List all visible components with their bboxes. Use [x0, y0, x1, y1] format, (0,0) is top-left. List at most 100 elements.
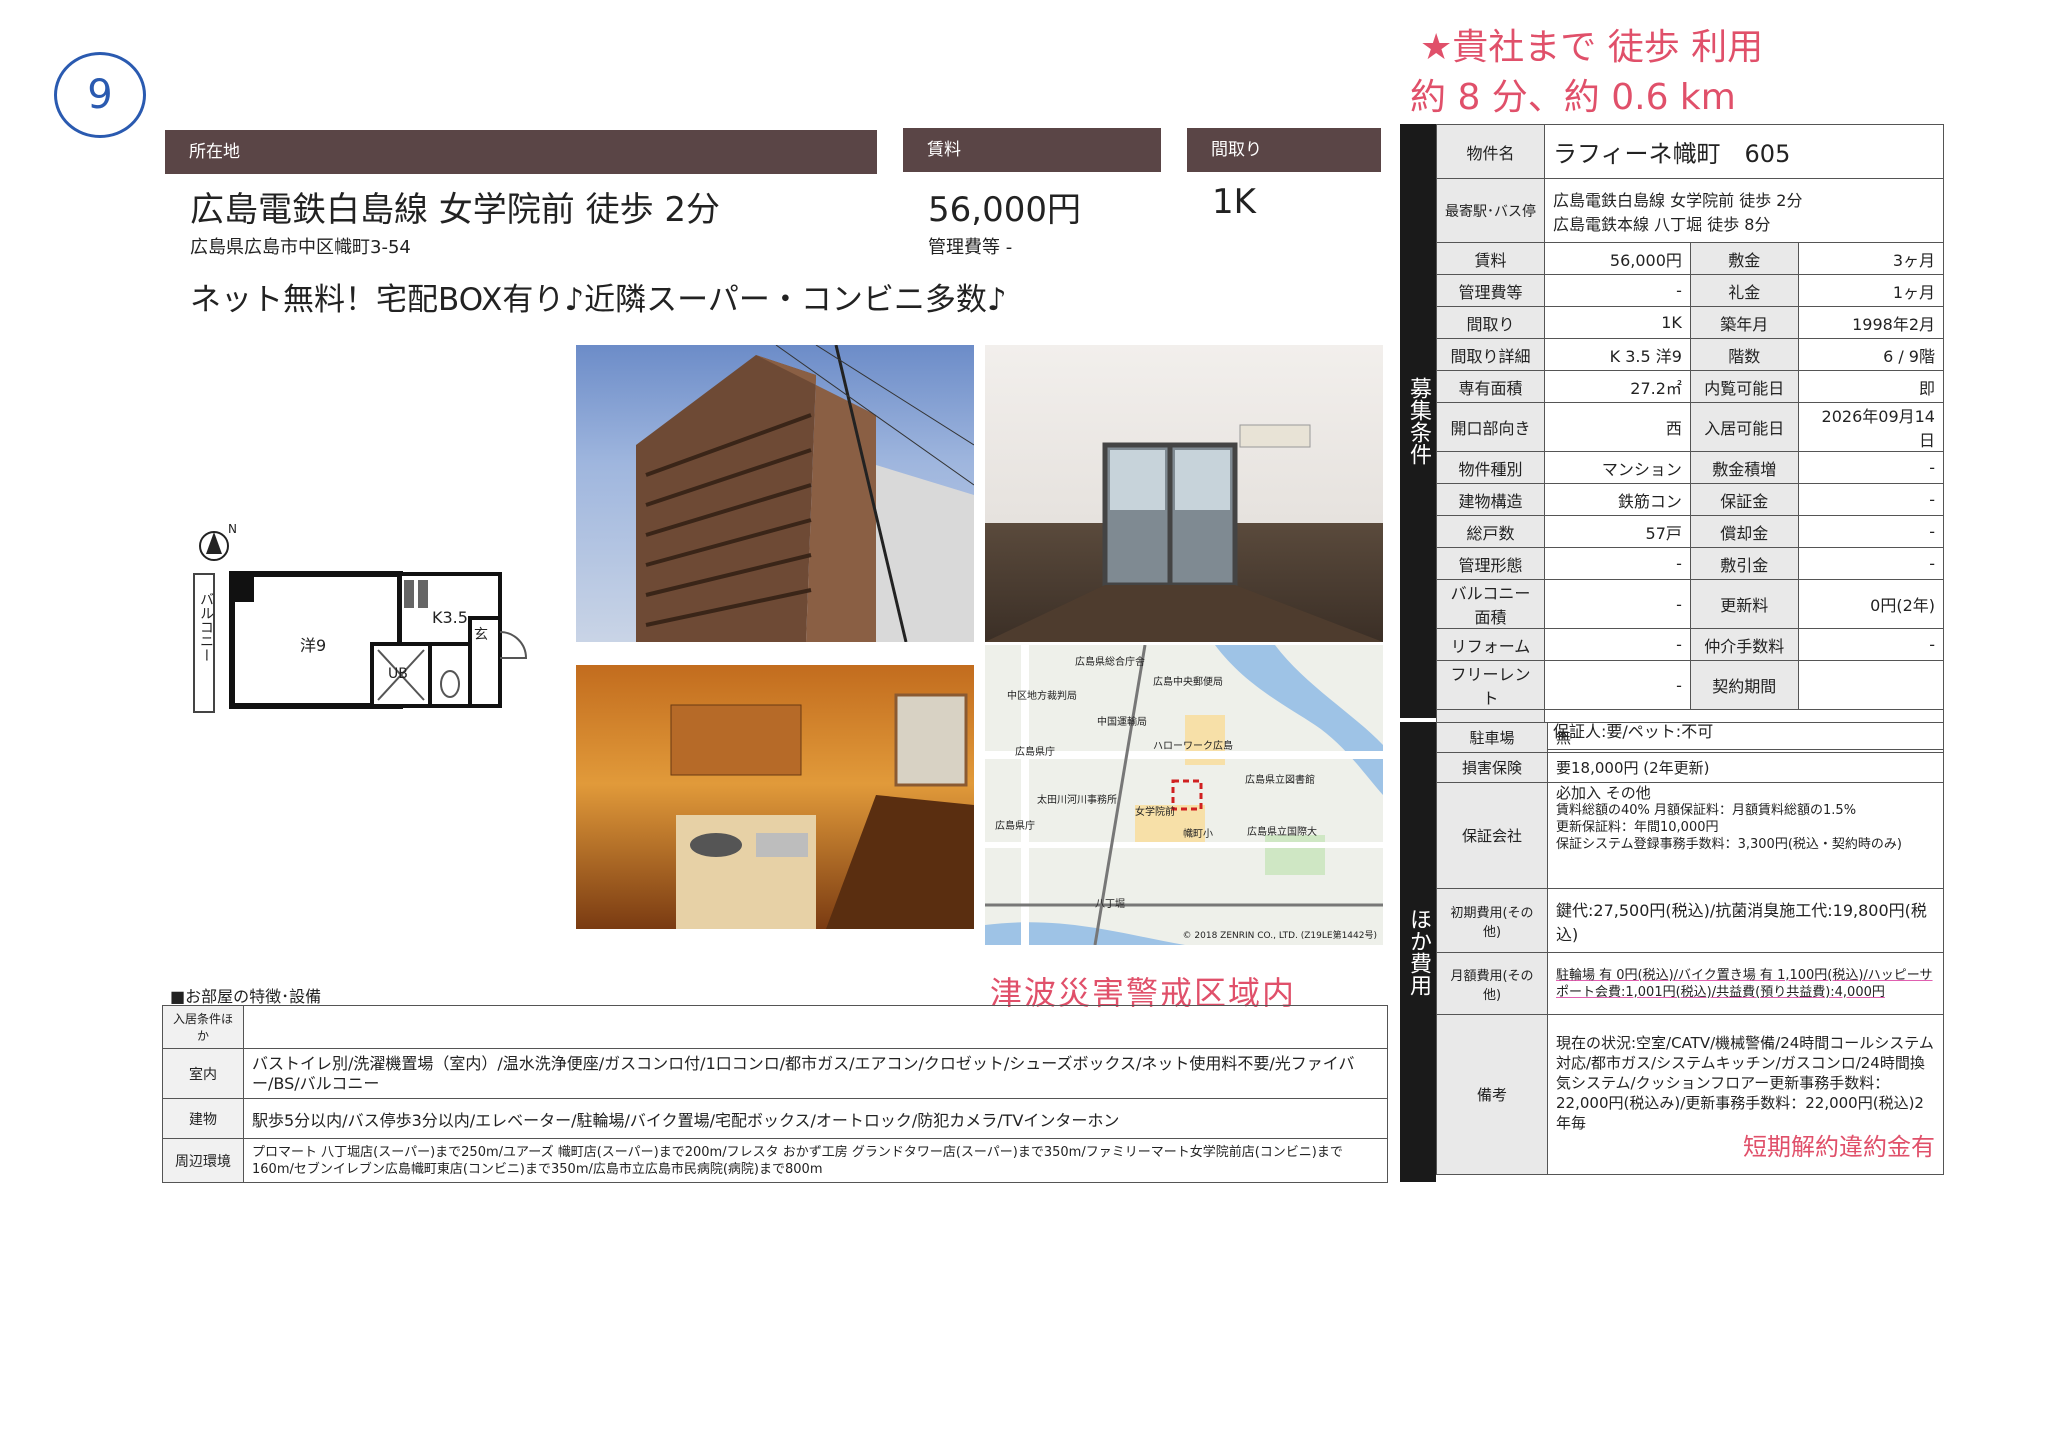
spec-value: -: [1797, 547, 1945, 580]
spec-value: -: [1544, 579, 1691, 629]
spec-label: 償却金: [1689, 515, 1799, 548]
spec-value: 2026年09月14日: [1797, 402, 1945, 452]
spec-label: 階数: [1689, 338, 1799, 371]
map-label: ハローワーク広島: [1153, 741, 1233, 752]
map-label: 広島県総合庁舎: [1075, 657, 1145, 668]
kitchen-photo: [576, 665, 974, 929]
spec-label: 築年月: [1689, 306, 1799, 339]
table-row: 間取り 1K 築年月 1998年2月: [1435, 306, 1945, 339]
building-drawing: [636, 345, 974, 642]
table-row: 建物 駅歩5分以内/バス停歩3分以内/エレベーター/駐輪場/バイク置場/宅配ボッ…: [162, 1098, 1388, 1139]
handwritten-note-line1: ★貴社まで 徒歩 利用: [1420, 27, 1764, 68]
features-table: 入居条件ほか 室内 バストイレ別/洗濯機置場（室内）/温水洗浄便座/ガスコンロ付…: [162, 1005, 1388, 1183]
spec-label: 物件種別: [1435, 451, 1546, 484]
north-label: N: [228, 522, 237, 536]
map-label: 広島県立図書館: [1245, 775, 1315, 786]
spec-table: 物件名 ラフィーネ幟町 605 最寄駅･バス停 広島電鉄白島線 女学院前 徒歩 …: [1435, 124, 1945, 750]
table-row: 物件種別 マンション 敷金積増 -: [1435, 451, 1945, 484]
map-label: 女学院前: [1135, 807, 1175, 818]
spec-label: 礼金: [1689, 274, 1799, 307]
spec-label: 物件名: [1435, 124, 1546, 179]
spec-label: 総戸数: [1435, 515, 1546, 548]
feature-value: 駅歩5分以内/バス停歩3分以内/エレベーター/駐輪場/バイク置場/宅配ボックス/…: [243, 1098, 1388, 1139]
guarantee-line: 賃料総額の40% 月額保証料：月額賃料総額の1.5%: [1556, 803, 1857, 818]
spec-value: 1K: [1544, 306, 1691, 339]
catchcopy: ネット無料！宅配BOX有り♪近隣スーパー・コンビニ多数♪: [190, 282, 1007, 318]
spec-label: 保証金: [1689, 483, 1799, 516]
spec-value: 27.2㎡: [1544, 370, 1691, 403]
spec-value: -: [1797, 628, 1945, 661]
spec-label: 管理形態: [1435, 547, 1546, 580]
spec-label: バルコニー面積: [1435, 579, 1546, 629]
other-label: 駐車場: [1436, 722, 1548, 753]
kitchen-drawing: [670, 693, 974, 929]
spec-value: 0円(2年): [1797, 579, 1945, 629]
table-row: 周辺環境 プロマート 八丁堀店(スーパー)まで250m/ユアーズ 幟町店(スーパ…: [162, 1138, 1388, 1183]
spec-value: -: [1544, 547, 1691, 580]
other-label: 初期費用(その他): [1436, 888, 1548, 953]
map-label: 中区地方裁判局: [1007, 691, 1077, 702]
map-label: 八丁堀: [1095, 899, 1125, 910]
table-row: 総戸数 57戸 償却金 -: [1435, 515, 1945, 548]
other-fees-sidebar-label: ほか費用: [1406, 908, 1431, 996]
spec-label: 賃料: [1435, 242, 1546, 275]
table-row: 賃料 56,000円 敷金 3ヶ月: [1435, 242, 1945, 275]
recruitment-sidebar: 募集条件: [1400, 124, 1436, 718]
spec-value: 1ヶ月: [1797, 274, 1945, 307]
room-photo: [985, 345, 1383, 642]
spec-value: -: [1544, 274, 1691, 307]
table-row: 間取り詳細 K 3.5 洋9 階数 6 / 9階: [1435, 338, 1945, 371]
map-label: 広島県庁: [1015, 747, 1055, 758]
remarks-text: 現在の状況:空室/CATV/機械警備/24時間コールシステム対応/都市ガス/シス…: [1556, 1033, 1934, 1132]
spec-label: 間取り詳細: [1435, 338, 1546, 371]
table-row: 物件名 ラフィーネ幟町 605: [1435, 124, 1944, 179]
room-label: 洋9: [300, 636, 327, 655]
spec-label: 契約期間: [1689, 660, 1799, 710]
map-label: 広島県立国際大: [1247, 827, 1317, 838]
guarantee-line: 保証システム登録事務手数料：3,300円(税込・契約時のみ): [1556, 837, 1902, 852]
spec-value: -: [1544, 628, 1691, 661]
table-row: 専有面積 27.2㎡ 内覧可能日即: [1435, 370, 1945, 403]
feature-label: 周辺環境: [162, 1138, 244, 1183]
map-label: 太田川河川事務所: [1037, 795, 1117, 806]
table-row: 駐車場 無: [1436, 722, 1944, 753]
bath-label: UB: [388, 666, 408, 682]
insurance-value: 要18,000円 (2年更新): [1547, 752, 1944, 783]
spec-value: -: [1797, 483, 1945, 516]
spec-label: リフォーム: [1435, 628, 1546, 661]
spec-label: 仲介手数料: [1689, 628, 1799, 661]
area-map: 広島県総合庁舎 中区地方裁判局 広島中央郵便局 中国運輸局 ハローワーク広島 広…: [985, 645, 1383, 945]
spec-value: 即: [1797, 370, 1945, 403]
other-label: 月額費用(その他): [1436, 952, 1548, 1015]
feature-value: バストイレ別/洗濯機置場（室内）/温水洗浄便座/ガスコンロ付/1口コンロ/都市ガ…: [243, 1048, 1388, 1099]
floorplan-drawing: [193, 531, 528, 713]
table-row: 月額費用(その他) 駐輪場 有 0円(税込)/バイク置き場 有 1,100円(税…: [1436, 952, 1944, 1015]
spec-rows: 賃料 56,000円 敷金 3ヶ月 管理費等 - 礼金 1ヶ月 間取り 1K 築年月 1998年2月間…: [1435, 242, 1945, 710]
table-row: 管理費等 - 礼金 1ヶ月: [1435, 274, 1945, 307]
spec-value: K 3.5 洋9: [1544, 338, 1691, 371]
table-row: 管理形態 - 敷引金 -: [1435, 547, 1945, 580]
parking-value: 無: [1547, 722, 1944, 753]
map-copyright: © 2018 ZENRIN CO., LTD. (Z19LE第1442号): [1182, 931, 1377, 941]
spec-label: 内覧可能日: [1689, 370, 1799, 403]
rent-value: 56,000円: [928, 190, 1081, 230]
table-row: 保証会社 必加入 その他 賃料総額の40% 月額保証料：月額賃料総額の1.5% …: [1436, 782, 1944, 889]
spec-value: 西: [1544, 402, 1691, 452]
guarantee-line: 更新保証料：年間10,000円: [1556, 820, 1719, 835]
table-row: リフォーム - 仲介手数料 -: [1435, 628, 1945, 661]
table-row: 開口部向き西入居可能日 2026年09月14日: [1435, 402, 1945, 452]
management-fee: 管理費等 -: [928, 237, 1013, 258]
balcony-label: バルコニー: [198, 592, 214, 662]
spec-value: マンション: [1544, 451, 1691, 484]
table-row: 備考 現在の状況:空室/CATV/機械警備/24時間コールシステム対応/都市ガス…: [1436, 1014, 1944, 1175]
spec-label: 敷引金: [1689, 547, 1799, 580]
rent-header: 賃料: [903, 128, 1161, 172]
spec-label: 間取り: [1435, 306, 1546, 339]
map-label: 広島県庁: [995, 821, 1035, 832]
table-row: 初期費用(その他) 鍵代:27,500円(税込)/抗菌消臭施工代:19,800円…: [1436, 888, 1944, 953]
feature-value: [243, 1005, 1388, 1049]
spec-label: 敷金: [1689, 242, 1799, 275]
spec-value: 6 / 9階: [1797, 338, 1945, 371]
page-number: 9: [87, 72, 113, 118]
spec-value: -: [1797, 515, 1945, 548]
